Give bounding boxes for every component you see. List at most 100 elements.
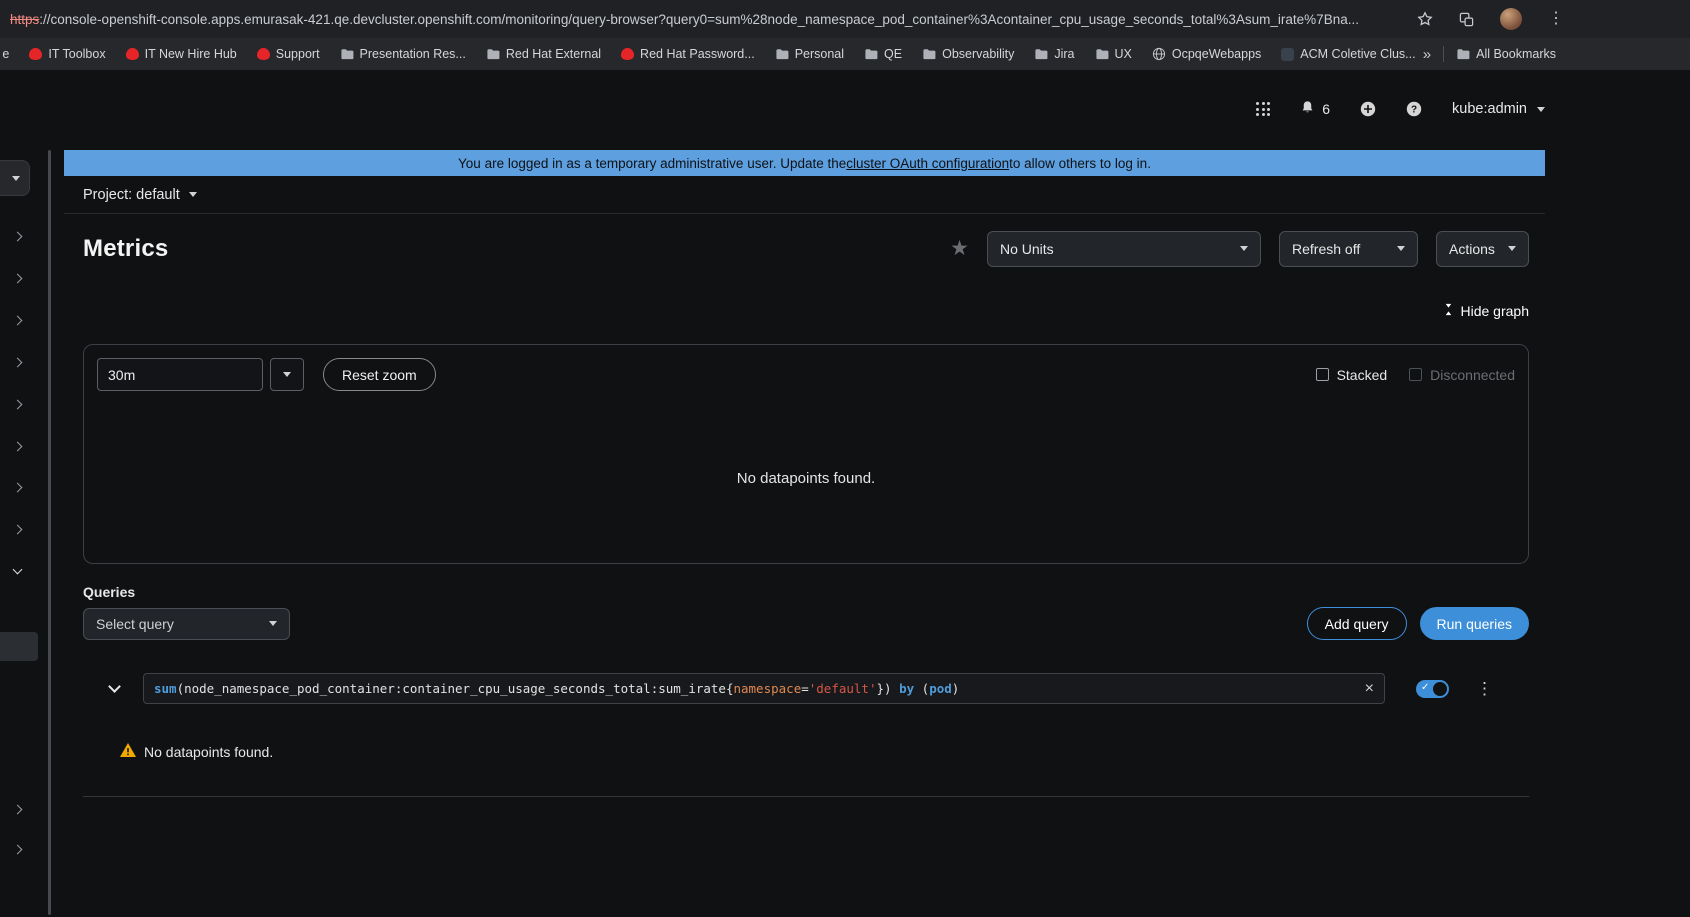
disconnected-label: Disconnected [1430,366,1515,383]
query-input[interactable]: sum(node_namespace_pod_container:contain… [143,673,1385,704]
hide-graph-label: Hide graph [1460,303,1530,319]
query-expander-icon[interactable] [108,679,121,693]
actions-dropdown-label: Actions [1449,240,1495,257]
bookmark-label: Personal [794,47,845,61]
bookmark-label: UX [1114,47,1132,61]
query-kebab-menu-icon[interactable]: ⋮ [1476,680,1493,697]
scrollbar-thumb[interactable] [48,150,51,915]
select-query-label: Select query [96,615,174,632]
project-label: Project: default [83,186,180,203]
sidebar-scrollbar[interactable] [47,148,53,917]
main-region: You are logged in as a temporary adminis… [0,148,1690,917]
bookmark-label: IT New Hire Hub [144,47,237,61]
bookmark-item[interactable]: Jira [1034,47,1075,61]
bookmarks-bar: rce IT Toolbox IT New Hire Hub Support Prese… [0,38,1690,70]
bookmark-label: Red Hat Password... [640,47,755,61]
url-text: ://console-openshift-console.apps.emuras… [39,11,1359,27]
queries-heading: Queries [83,584,136,600]
left-sidebar [0,148,47,917]
chevron-down-icon [188,192,197,197]
sidebar-collapsed-dropdown[interactable] [0,160,30,196]
oauth-config-link[interactable]: cluster OAuth configuration [846,156,1009,171]
acm-icon [1281,47,1295,61]
quick-create-icon[interactable] [1360,101,1376,117]
bookmark-item[interactable]: Personal [775,47,844,61]
bookmark-item[interactable]: Red Hat Password... [621,47,755,61]
url-bar[interactable]: https://console-openshift-console.apps.e… [10,12,1391,27]
bookmark-item[interactable]: Red Hat External [486,47,601,61]
bookmark-item[interactable]: Support [256,47,320,61]
bookmark-item[interactable]: IT Toolbox [29,47,106,61]
stacked-label: Stacked [1336,366,1388,383]
bookmark-item[interactable]: Presentation Res... [340,47,466,61]
chevron-right-icon[interactable] [12,844,23,855]
content-area: You are logged in as a temporary adminis… [53,148,1690,917]
clear-query-icon[interactable]: × [1355,680,1374,697]
bookmark-label: rce [2,47,10,61]
folder-icon [775,48,789,60]
timespan-dropdown-button[interactable] [270,358,304,391]
chevron-right-icon[interactable] [12,399,23,410]
chevron-down-icon[interactable] [12,564,23,575]
bookmark-label: Observability [942,47,1015,61]
chevron-right-icon[interactable] [12,357,23,368]
chevron-right-icon[interactable] [12,231,23,242]
svg-text:?: ? [1411,104,1417,115]
notification-bell[interactable]: 6 [1300,100,1330,118]
disconnected-checkbox[interactable]: Disconnected [1409,367,1515,383]
timespan-input[interactable] [97,358,263,391]
app-launcher-icon[interactable] [1256,102,1271,116]
favorite-star-icon[interactable]: ★ [950,238,969,259]
actions-dropdown[interactable]: Actions [1436,230,1529,267]
add-query-button[interactable]: Add query [1306,607,1407,640]
bookmark-item[interactable]: QE [864,47,902,61]
chevron-right-icon[interactable] [12,524,23,535]
user-menu[interactable]: kube:admin [1452,101,1545,117]
checkbox-icon [1315,368,1329,381]
chevron-down-icon [1537,106,1545,112]
bookmark-item[interactable]: OcpqeWebapps [1152,47,1261,61]
bookmark-label: QE [884,47,903,61]
chevron-right-icon[interactable] [12,273,23,284]
graph-controls: Reset zoom Stacked Disconnected [97,358,1515,391]
query-toggle-switch[interactable]: ✓ [1416,679,1449,698]
hide-graph-button[interactable]: Hide graph [1442,303,1530,319]
bookmark-item[interactable]: Observability [922,47,1014,61]
bookmark-item[interactable]: IT New Hire Hub [125,47,237,61]
switch-handle [1433,681,1447,696]
sidebar-active-item[interactable] [0,632,38,661]
reset-zoom-button[interactable]: Reset zoom [323,358,436,391]
check-icon: ✓ [1421,681,1430,693]
bookmark-star-icon[interactable] [1417,11,1433,27]
profile-avatar[interactable] [1500,8,1522,30]
chevron-right-icon[interactable] [12,441,23,452]
run-queries-button[interactable]: Run queries [1419,607,1529,640]
project-selector[interactable]: Project: default [83,187,197,203]
warning-text: No datapoints found. [144,743,274,760]
select-query-dropdown[interactable]: Select query [83,607,290,640]
bookmarks-overflow-icon[interactable]: » [1423,46,1431,63]
folder-icon [340,48,354,60]
chevron-right-icon[interactable] [12,804,23,815]
extensions-icon[interactable] [1459,12,1474,27]
bookmark-item[interactable]: ACM Coletive Clus... [1281,47,1416,61]
bookmark-item[interactable]: rce [2,47,9,61]
browser-menu-icon[interactable]: ⋮ [1548,11,1564,27]
bookmark-label: Red Hat External [505,47,602,61]
refresh-dropdown[interactable]: Refresh off [1279,230,1418,267]
globe-icon [1152,47,1166,61]
folder-icon [1034,48,1048,60]
url-scheme: https [10,11,40,27]
browser-topbar: https://console-openshift-console.apps.e… [0,0,1690,38]
stacked-checkbox[interactable]: Stacked [1315,366,1388,383]
bookmarks-right: » All Bookmarks [1423,46,1556,63]
help-icon[interactable]: ? [1406,101,1422,117]
all-bookmarks-button[interactable]: All Bookmarks [1456,47,1556,61]
chevron-right-icon[interactable] [12,315,23,326]
redhat-icon [621,48,635,60]
divider [83,796,1529,797]
bookmark-item[interactable]: UX [1095,47,1132,61]
units-dropdown[interactable]: No Units [987,230,1261,267]
project-bar: Project: default [64,176,1545,214]
chevron-right-icon[interactable] [12,482,23,493]
